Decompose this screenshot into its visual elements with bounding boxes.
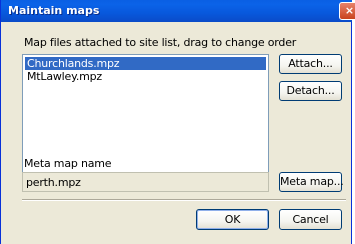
meta-map-name-label: Meta map name	[24, 157, 112, 170]
meta-map-name-field[interactable]: perth.mpz	[22, 172, 269, 192]
title-bar[interactable]: Maintain maps	[1, 0, 352, 22]
map-files-label: Map files attached to site list, drag to…	[24, 36, 297, 49]
detach-button[interactable]: Detach...	[279, 81, 342, 101]
attach-button[interactable]: Attach...	[279, 54, 342, 74]
ok-button[interactable]: OK	[196, 209, 269, 230]
cancel-button[interactable]: Cancel	[279, 209, 342, 230]
close-icon[interactable]: ×	[339, 2, 355, 20]
list-item[interactable]: Churchlands.mpz	[25, 57, 266, 70]
window-title: Maintain maps	[8, 4, 100, 17]
meta-map-button[interactable]: Meta map...	[279, 172, 344, 192]
divider	[22, 199, 346, 201]
list-item[interactable]: MtLawley.mpz	[25, 70, 266, 83]
